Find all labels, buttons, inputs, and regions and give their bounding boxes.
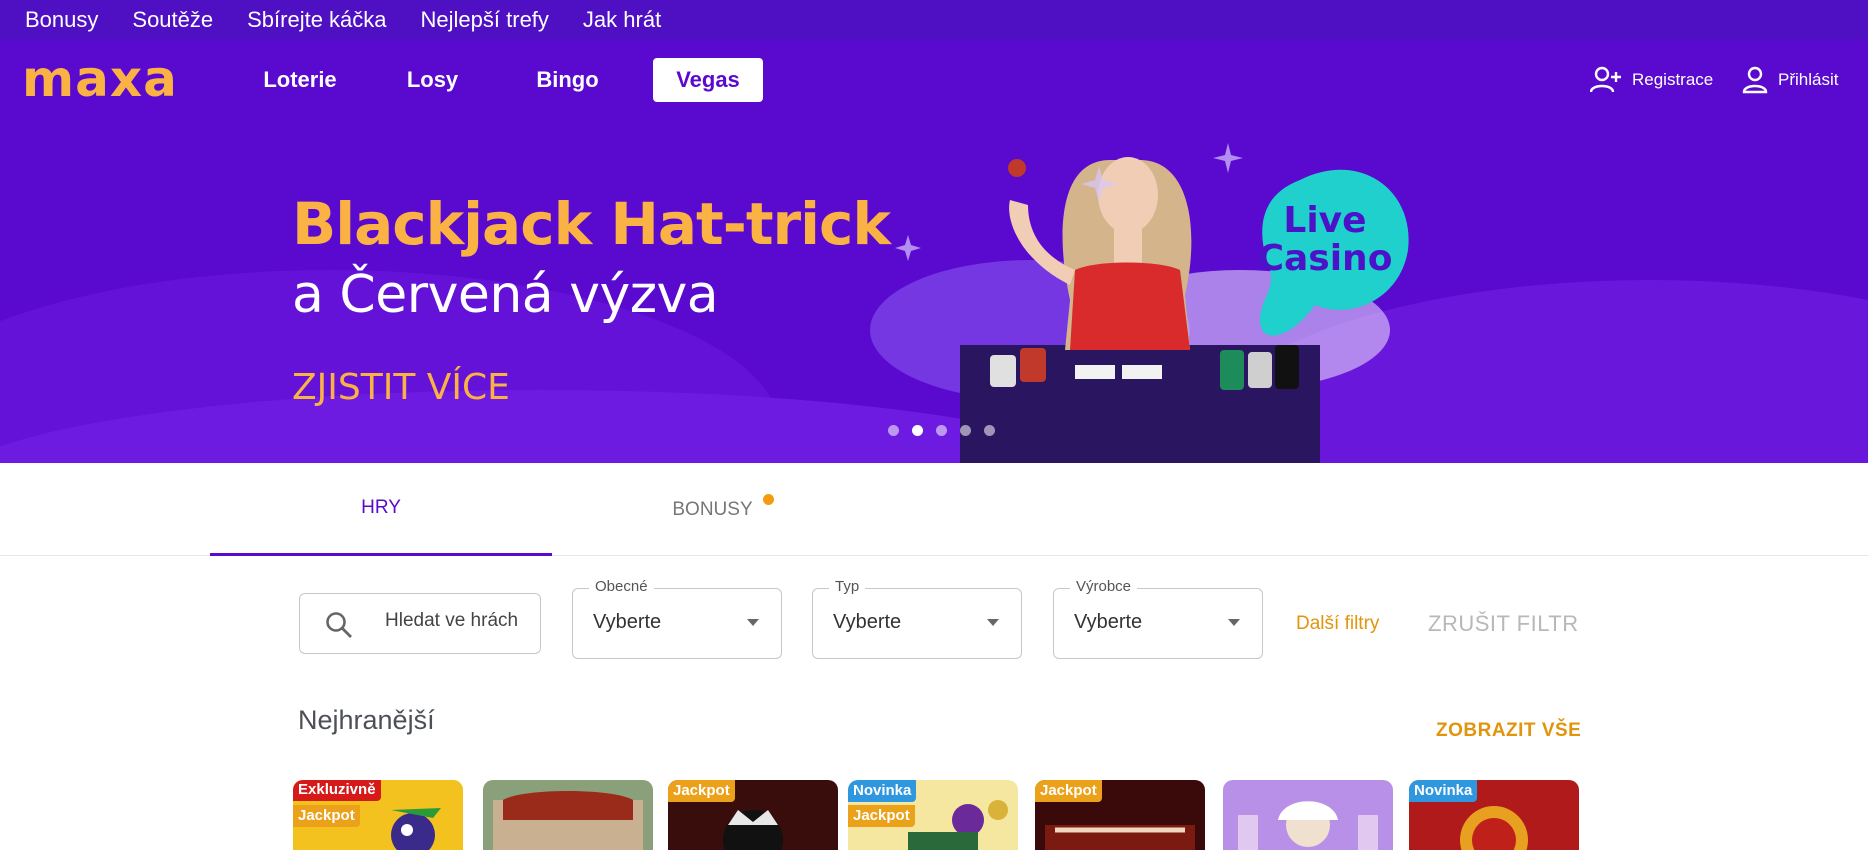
game-card[interactable]	[483, 780, 653, 850]
type-select-value: Vyberte	[833, 611, 902, 633]
badge-new: Novinka	[848, 780, 917, 802]
game-thumbnail	[483, 780, 653, 850]
live-casino-line1: Live	[1283, 200, 1366, 241]
nav-item-vegas[interactable]: Vegas	[653, 58, 763, 102]
game-card[interactable]: Novinka Jackpot	[848, 780, 1018, 850]
show-all-link[interactable]: ZOBRAZIT VŠE	[1436, 720, 1581, 742]
carousel-dot[interactable]	[960, 425, 971, 436]
maker-select-value: Vyberte	[1074, 611, 1143, 633]
chevron-down-icon	[1228, 619, 1240, 626]
register-label: Registrace	[1632, 70, 1714, 89]
general-select[interactable]: Obecné Vyberte	[572, 578, 782, 659]
top-links-bar: Bonusy Soutěže Sbírejte káčka Nejlepší t…	[0, 0, 1868, 40]
nav-item-bingo[interactable]: Bingo	[520, 58, 615, 102]
hero-title: Blackjack Hat-trick	[292, 190, 891, 258]
game-card[interactable]: Jackpot	[668, 780, 838, 850]
type-select-label: Typ	[829, 578, 866, 595]
tab-bonusy-label: BONUSY	[672, 498, 753, 520]
game-card[interactable]: Exkluzivně Jackpot	[293, 780, 463, 850]
general-select-value: Vyberte	[593, 611, 662, 633]
top-link-nejlepsi-trefy[interactable]: Nejlepší trefy	[421, 7, 549, 33]
notification-dot	[762, 494, 774, 505]
hero-banner[interactable]: Blackjack Hat-trick a Červená výzva ZJIS…	[0, 120, 1868, 463]
login-label: Přihlásit	[1778, 70, 1839, 89]
search-input[interactable]	[385, 610, 535, 632]
top-link-jak-hrat[interactable]: Jak hrát	[583, 7, 661, 33]
badge-jackpot: Jackpot	[293, 805, 360, 827]
badge-jackpot: Jackpot	[1035, 780, 1102, 802]
type-select[interactable]: Typ Vyberte	[812, 578, 1022, 659]
carousel-dot[interactable]	[888, 425, 899, 436]
chevron-down-icon	[747, 619, 759, 626]
tab-hry-label: HRY	[361, 497, 401, 518]
nav-item-losy[interactable]: Losy	[385, 58, 480, 102]
game-card[interactable]: Jackpot	[1035, 780, 1205, 850]
maker-select[interactable]: Výrobce Vyberte	[1053, 578, 1263, 659]
maker-select-label: Výrobce	[1070, 578, 1138, 595]
register-button[interactable]: Registrace	[1590, 64, 1713, 96]
carousel-dot[interactable]	[984, 425, 995, 436]
carousel-dot[interactable]	[936, 425, 947, 436]
tab-bonusy[interactable]: BONUSY	[552, 463, 894, 556]
game-thumbnail	[1223, 780, 1393, 850]
hero-cta-link[interactable]: ZJISTIT VÍCE	[292, 367, 510, 408]
badge-exclusive: Exkluzivně	[293, 780, 381, 801]
game-filters: Obecné Vyberte Typ Vyberte Výrobce Vyber…	[0, 556, 1868, 686]
dealer-illustration: Live Casino	[870, 143, 1409, 463]
search-box[interactable]	[299, 593, 541, 654]
badge-jackpot: Jackpot	[668, 780, 735, 802]
top-link-bonusy[interactable]: Bonusy	[25, 7, 98, 33]
badge-jackpot: Jackpot	[848, 805, 915, 827]
chevron-down-icon	[987, 619, 999, 626]
live-casino-line2: Casino	[1258, 238, 1393, 279]
login-button[interactable]: Přihlásit	[1742, 64, 1838, 96]
user-icon	[1742, 66, 1768, 94]
clear-filter-button[interactable]: ZRUŠIT FILTR	[1428, 611, 1579, 637]
hero-subtitle: a Červená výzva	[292, 265, 719, 325]
maxa-logo[interactable]: maxa	[22, 50, 178, 108]
game-card[interactable]: Novinka	[1409, 780, 1579, 850]
general-select-label: Obecné	[589, 578, 654, 595]
carousel-dots	[888, 425, 1008, 436]
badge-new: Novinka	[1409, 780, 1478, 802]
add-user-icon	[1590, 66, 1621, 93]
search-icon	[326, 612, 352, 638]
carousel-dot-active[interactable]	[912, 425, 923, 436]
tab-hry[interactable]: HRY	[210, 463, 552, 556]
top-link-sbirejte-kacka[interactable]: Sbírejte káčka	[247, 7, 386, 33]
nav-item-loterie[interactable]: Loterie	[250, 58, 350, 102]
top-link-souteze[interactable]: Soutěže	[132, 7, 213, 33]
section-tabs: HRY BONUSY	[0, 463, 1868, 556]
main-navigation: maxa Loterie Losy Bingo Vegas Registrace…	[0, 40, 1868, 120]
game-card[interactable]	[1223, 780, 1393, 850]
section-title: Nejhranější	[298, 705, 435, 735]
more-filters-link[interactable]: Další filtry	[1296, 613, 1379, 635]
